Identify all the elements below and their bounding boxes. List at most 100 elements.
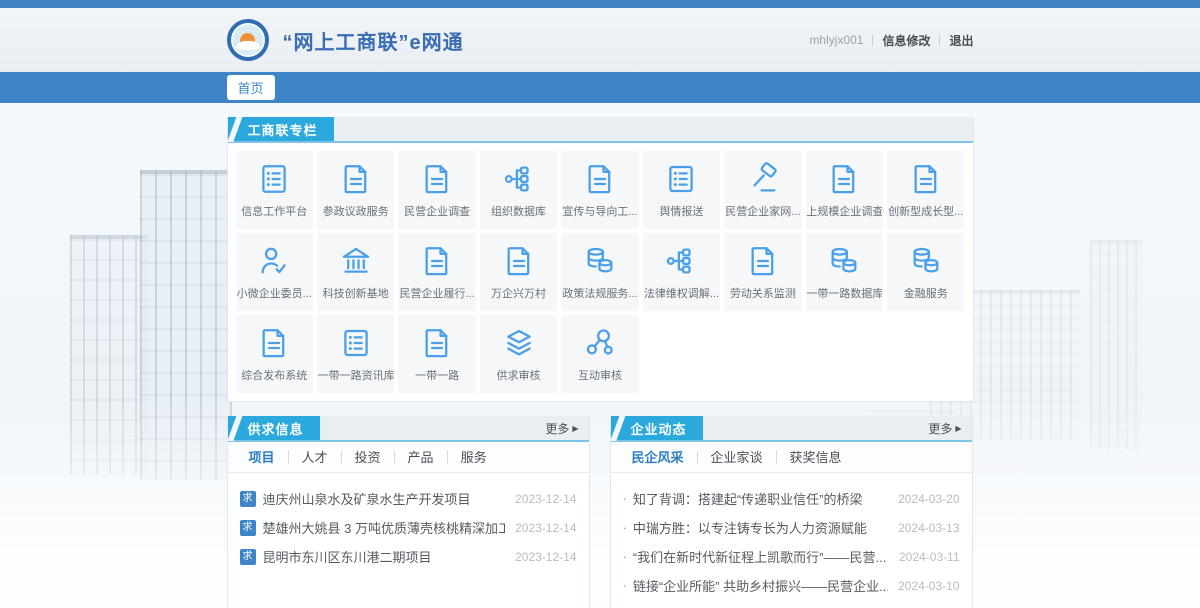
app-tile[interactable]: 供求审核 — [480, 315, 557, 393]
doc-icon — [339, 162, 373, 196]
app-logo — [227, 19, 269, 61]
app-tile[interactable]: 劳动关系监测 — [724, 233, 801, 311]
tab-企业家谈[interactable]: 企业家谈 — [698, 451, 777, 464]
main-nav: 首页 — [0, 72, 1200, 103]
item-title[interactable]: “我们在新时代新征程上凯歌而行”——民营... — [633, 547, 889, 566]
app-tile[interactable]: 金融服务 — [887, 233, 964, 311]
supply-more-link[interactable]: 更多▶ — [545, 416, 588, 440]
column-grid: 信息工作平台参政议政服务民营企业调查组织数据库宣传与导向工...舆情报送民营企业… — [228, 143, 973, 401]
building-silhouette — [70, 235, 148, 475]
news-tabs: 民企风采企业家谈获奖信息 — [611, 442, 972, 473]
item-date: 2024-03-11 — [899, 550, 960, 564]
bottom-row: 供求信息 更多▶ 项目人才投资产品服务 求迪庆州山泉水及矿泉水生产开发项目202… — [227, 416, 974, 608]
app-tile[interactable]: 参政议政服务 — [317, 151, 394, 229]
tile-label: 供求审核 — [497, 367, 541, 383]
database-icon — [909, 244, 943, 278]
tile-label: 万企兴万村 — [491, 285, 546, 301]
tile-label: 一带一路 — [415, 367, 459, 383]
app-tile[interactable]: 政策法规服务... — [561, 233, 638, 311]
tile-label: 舆情报送 — [659, 203, 703, 219]
tab-项目[interactable]: 项目 — [236, 451, 289, 464]
list-item: ·知了背调：搭建起“传递职业信任”的桥梁2024-03-20 — [623, 489, 960, 508]
tab-产品[interactable]: 产品 — [395, 451, 448, 464]
app-tile[interactable]: 信息工作平台 — [236, 151, 313, 229]
supply-panel-title: 供求信息 — [228, 416, 320, 440]
username: mhlyjx001 — [809, 33, 863, 47]
supply-panel: 供求信息 更多▶ 项目人才投资产品服务 求迪庆州山泉水及矿泉水生产开发项目202… — [227, 416, 590, 608]
item-title[interactable]: 昆明市东川区东川港二期项目 — [263, 547, 506, 566]
app-tile[interactable]: 舆情报送 — [643, 151, 720, 229]
tile-label: 政策法规服务... — [562, 285, 637, 301]
site-header: “网上工商联”e网通 mhlyjx001 信息修改 退出 — [0, 8, 1200, 72]
item-date: 2024-03-10 — [898, 579, 959, 593]
app-tile[interactable]: 组织数据库 — [480, 151, 557, 229]
divider — [872, 35, 873, 46]
bank-icon — [339, 244, 373, 278]
tile-label: 科技创新基地 — [323, 285, 389, 301]
item-date: 2023-12-14 — [515, 521, 576, 535]
tile-label: 法律维权调解... — [644, 285, 719, 301]
news-panel: 企业动态 更多▶ 民企风采企业家谈获奖信息 ·知了背调：搭建起“传递职业信任”的… — [610, 416, 973, 608]
info-edit-link[interactable]: 信息修改 — [882, 32, 930, 49]
tile-label: 创新型成长型... — [888, 203, 963, 219]
item-title[interactable]: 楚雄州大姚县 3 万吨优质薄壳核桃精深加工及科... — [263, 518, 506, 537]
supply-tabs: 项目人才投资产品服务 — [228, 442, 589, 473]
demand-badge: 求 — [240, 549, 256, 565]
top-accent-strip — [0, 0, 1200, 8]
more-arrow-icon: ▶ — [572, 424, 578, 433]
doc-icon — [746, 244, 780, 278]
gavel-icon — [746, 162, 780, 196]
doc-icon — [502, 244, 536, 278]
tab-民企风采[interactable]: 民企风采 — [619, 451, 698, 464]
tile-label: 金融服务 — [904, 285, 948, 301]
list-item: 求昆明市东川区东川港二期项目 2023-12-14 — [240, 547, 577, 566]
news-more-link[interactable]: 更多▶ — [928, 416, 971, 440]
app-tile[interactable]: 互动审核 — [561, 315, 638, 393]
tab-人才[interactable]: 人才 — [289, 451, 342, 464]
tile-label: 一带一路数据库 — [806, 285, 882, 301]
app-tile[interactable]: 一带一路 — [398, 315, 475, 393]
app-tile[interactable]: 一带一路数据库 — [806, 233, 883, 311]
building-silhouette — [140, 170, 232, 480]
doc-icon — [909, 162, 943, 196]
tile-label: 一带一路资讯库 — [318, 367, 394, 383]
list-icon — [339, 326, 373, 360]
skyline-silhouette — [1090, 240, 1142, 450]
demand-badge: 求 — [240, 491, 256, 507]
tab-获奖信息[interactable]: 获奖信息 — [777, 451, 855, 464]
layers-icon — [502, 326, 536, 360]
app-tile[interactable]: 民营企业调查 — [398, 151, 475, 229]
doc-icon — [583, 162, 617, 196]
app-tile[interactable]: 创新型成长型... — [887, 151, 964, 229]
item-title[interactable]: 中瑞方胜：以专注铸专长为人力资源赋能 — [633, 518, 888, 537]
app-tile[interactable]: 宣传与导向工... — [561, 151, 638, 229]
list-item: ·链接“企业所能” 共助乡村振兴——民营企业...2024-03-10 — [623, 576, 960, 595]
tab-投资[interactable]: 投资 — [342, 451, 395, 464]
tile-label: 劳动关系监测 — [730, 285, 796, 301]
tile-label: 民营企业调查 — [404, 203, 470, 219]
app-tile[interactable]: 民营企业家网... — [724, 151, 801, 229]
app-tile[interactable]: 法律维权调解... — [643, 233, 720, 311]
app-tile[interactable]: 万企兴万村 — [480, 233, 557, 311]
tab-服务[interactable]: 服务 — [448, 451, 500, 464]
app-tile[interactable]: 科技创新基地 — [317, 233, 394, 311]
app-tile[interactable]: 综合发布系统 — [236, 315, 313, 393]
app-tile[interactable]: 一带一路资讯库 — [317, 315, 394, 393]
app-tile[interactable]: 民营企业履行... — [398, 233, 475, 311]
item-date: 2023-12-14 — [515, 550, 576, 564]
database-icon — [583, 244, 617, 278]
item-title[interactable]: 知了背调：搭建起“传递职业信任”的桥梁 — [633, 489, 888, 508]
org-chart-icon — [502, 162, 536, 196]
app-tile[interactable]: 上规模企业调查 — [806, 151, 883, 229]
item-title[interactable]: 链接“企业所能” 共助乡村振兴——民营企业... — [633, 576, 888, 595]
tile-label: 宣传与导向工... — [562, 203, 637, 219]
tile-label: 民营企业履行... — [400, 285, 475, 301]
org-chart-icon — [664, 244, 698, 278]
tile-label: 组织数据库 — [491, 203, 546, 219]
app-tile[interactable]: 小微企业委员... — [236, 233, 313, 311]
item-title[interactable]: 迪庆州山泉水及矿泉水生产开发项目 — [263, 489, 506, 508]
home-button[interactable]: 首页 — [227, 75, 275, 100]
logout-link[interactable]: 退出 — [949, 32, 973, 49]
doc-icon — [257, 326, 291, 360]
item-date: 2023-12-14 — [515, 492, 576, 506]
